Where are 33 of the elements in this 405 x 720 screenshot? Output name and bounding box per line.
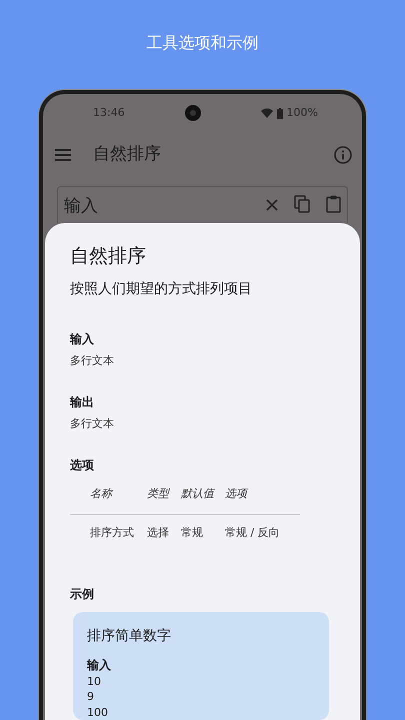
section-heading: 输出 <box>70 394 95 411</box>
column-header: 名称 <box>90 486 114 502</box>
clock: 13:46 <box>93 104 125 121</box>
info-icon[interactable] <box>334 146 352 164</box>
wifi-icon <box>260 108 273 118</box>
description: 按照人们期望的方式排列项目 <box>70 280 253 299</box>
app-title: 自然排序 <box>93 143 162 166</box>
sheet-title: 自然排序 <box>70 244 147 269</box>
example-line: 100 <box>87 704 109 720</box>
section-text: 多行文本 <box>70 352 115 369</box>
section-heading: 选项 <box>70 456 95 474</box>
column-header: 类型 <box>147 486 171 502</box>
menu-icon[interactable] <box>55 149 71 161</box>
column-header: 选项 <box>225 486 250 502</box>
table-cell-text: 选择 <box>147 525 170 542</box>
table-cell-text: 常规 / 反向 <box>225 525 281 542</box>
section-text: 多行文本 <box>70 416 115 432</box>
section-heading: 输入 <box>70 330 95 348</box>
section-heading: 示例 <box>70 586 95 603</box>
example-title: 排序简单数字 <box>87 626 172 646</box>
battery-icon <box>276 108 283 119</box>
close-icon[interactable] <box>266 198 278 211</box>
battery-percent: 100% <box>286 104 318 121</box>
example-label: 输入 <box>87 656 112 674</box>
camera-icon <box>184 105 201 122</box>
clipboard-icon[interactable] <box>326 194 341 213</box>
copy-icon[interactable] <box>294 194 310 213</box>
example-line: 10 <box>87 674 102 690</box>
table-cell-text: 排序方式 <box>90 525 135 542</box>
table-cell-text: 常规 <box>181 525 204 542</box>
example-line: 9 <box>87 689 95 705</box>
headline: 工具选项和示例 <box>146 32 260 54</box>
column-header: 默认值 <box>181 486 216 502</box>
